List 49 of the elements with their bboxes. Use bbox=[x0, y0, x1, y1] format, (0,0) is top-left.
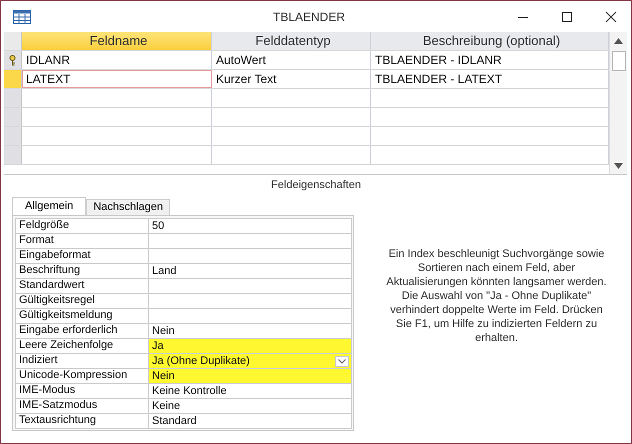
property-label: Feldgröße bbox=[15, 218, 149, 234]
tab[interactable]: Nachschlagen bbox=[86, 199, 170, 215]
table-cell[interactable]: LATEXT bbox=[22, 70, 212, 88]
table-cell[interactable]: IDLANR bbox=[22, 51, 212, 69]
tab[interactable]: Allgemein bbox=[12, 197, 86, 215]
property-value[interactable]: Land bbox=[148, 263, 352, 279]
window-title: TBLAENDER bbox=[272, 10, 346, 24]
close-icon[interactable] bbox=[605, 10, 617, 22]
property-value[interactable]: 50 bbox=[148, 218, 352, 234]
property-label: Leere Zeichenfolge bbox=[15, 338, 149, 354]
property-value[interactable]: Ja (Ohne Duplikate) bbox=[148, 353, 352, 369]
property-value[interactable] bbox=[148, 308, 352, 324]
property-label: Textausrichtung bbox=[15, 413, 149, 429]
property-value[interactable]: Ja bbox=[148, 338, 352, 354]
property-value[interactable]: Nein bbox=[148, 323, 352, 339]
property-label: Gültigkeitsregel bbox=[15, 293, 149, 309]
property-value[interactable] bbox=[148, 278, 352, 294]
table-cell[interactable]: AutoWert bbox=[212, 51, 371, 69]
property-value[interactable]: Keine bbox=[148, 398, 352, 414]
property-label: Standardwert bbox=[15, 278, 149, 294]
section-title: Feldeigenschaften bbox=[270, 178, 362, 193]
property-label: Beschriftung bbox=[15, 263, 149, 279]
property-label: Unicode-Kompression bbox=[15, 368, 149, 384]
property-value[interactable]: Keine Kontrolle bbox=[148, 383, 352, 399]
table-icon bbox=[13, 10, 31, 24]
dropdown-button[interactable] bbox=[335, 356, 349, 366]
row-selector[interactable] bbox=[4, 51, 22, 69]
property-label: Indiziert bbox=[15, 353, 149, 369]
property-label: IME-Modus bbox=[15, 383, 149, 399]
property-value[interactable]: Standard bbox=[148, 413, 352, 429]
scroll-down-icon[interactable] bbox=[614, 163, 623, 169]
scrollbar[interactable] bbox=[609, 32, 627, 174]
property-label: IME-Satzmodus bbox=[15, 398, 149, 414]
maximize-icon[interactable] bbox=[561, 10, 573, 22]
property-label: Gültigkeitsmeldung bbox=[15, 308, 149, 324]
property-label: Eingabeformat bbox=[15, 248, 149, 264]
property-value[interactable]: Nein bbox=[148, 368, 352, 384]
key-icon bbox=[9, 54, 16, 66]
caret-icon bbox=[338, 358, 346, 364]
property-label: Format bbox=[15, 233, 149, 249]
help-text: Ein Index beschleunigt Suchvorgänge sowie Sortieren nach einem Feld, aber Aktualisierungen könnten langsamer werden. Die Auswahl von "Ja - Ohne Duplikate" verhindert doppelte Werte im Feld. Drücken Sie F1, um Hilfe zu indizierten Feldern zu erhalten. bbox=[385, 246, 608, 346]
property-value[interactable] bbox=[148, 233, 352, 249]
column-header[interactable]: Feldname bbox=[22, 32, 212, 50]
property-label: Eingabe erforderlich bbox=[15, 323, 149, 339]
property-value[interactable] bbox=[148, 248, 352, 264]
table-cell[interactable]: Kurzer Text bbox=[212, 70, 371, 88]
scroll-thumb[interactable] bbox=[612, 51, 626, 71]
property-value[interactable] bbox=[148, 293, 352, 309]
scroll-up-icon[interactable] bbox=[614, 38, 623, 44]
